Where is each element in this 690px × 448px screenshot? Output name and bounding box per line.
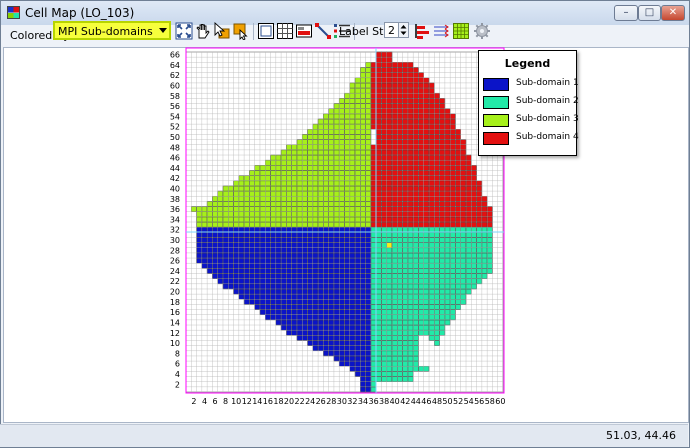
legend-title: Legend [504,57,551,70]
legend-swatch-sub3 [483,114,509,127]
maximize-button[interactable]: □ [638,5,661,21]
status-bar: 51.03, 44.46 [0,424,688,447]
legend-label: Sub-domain 4 [516,132,579,142]
toolbar: Label Step: [0,21,688,43]
grid-lines-icon[interactable] [276,22,294,40]
connect-line-icon[interactable] [314,22,332,40]
legend-swatch-sub2 [483,96,509,109]
grid-box-icon[interactable] [257,22,275,40]
map-canvas-area[interactable] [3,47,689,423]
legend-swatch-sub4 [483,132,509,145]
grid-fill-icon[interactable] [452,22,470,40]
query-cell-icon[interactable] [232,22,250,40]
window-title: Cell Map (LO_103) [25,6,135,20]
cell-map-app-icon [7,6,20,19]
spin-arrows-icon[interactable] [398,23,408,37]
flow-arrows-icon[interactable] [433,22,451,40]
close-button[interactable]: ✕ [661,5,685,21]
label-step-value: 2 [388,24,395,37]
legend-swatch-sub1 [483,78,509,91]
legend: Legend Sub-domain 1 Sub-domain 2 Sub-dom… [478,50,579,156]
pan-hand-icon[interactable] [194,22,212,40]
settings-gear-icon[interactable] [473,22,491,40]
label-step-spinner[interactable]: 2 [384,22,409,38]
select-pointer-icon[interactable] [213,22,231,40]
boundary-bars-icon[interactable] [414,22,432,40]
cursor-coordinates: 51.03, 44.46 [606,429,676,442]
legend-label: Sub-domain 2 [516,96,579,106]
zoom-extents-icon[interactable] [175,22,193,40]
legend-label: Sub-domain 3 [516,114,579,124]
minimize-button[interactable]: – [614,5,638,21]
toolbar-separator [253,23,254,40]
legend-label: Sub-domain 1 [516,78,579,88]
layer-icon[interactable] [295,22,313,40]
